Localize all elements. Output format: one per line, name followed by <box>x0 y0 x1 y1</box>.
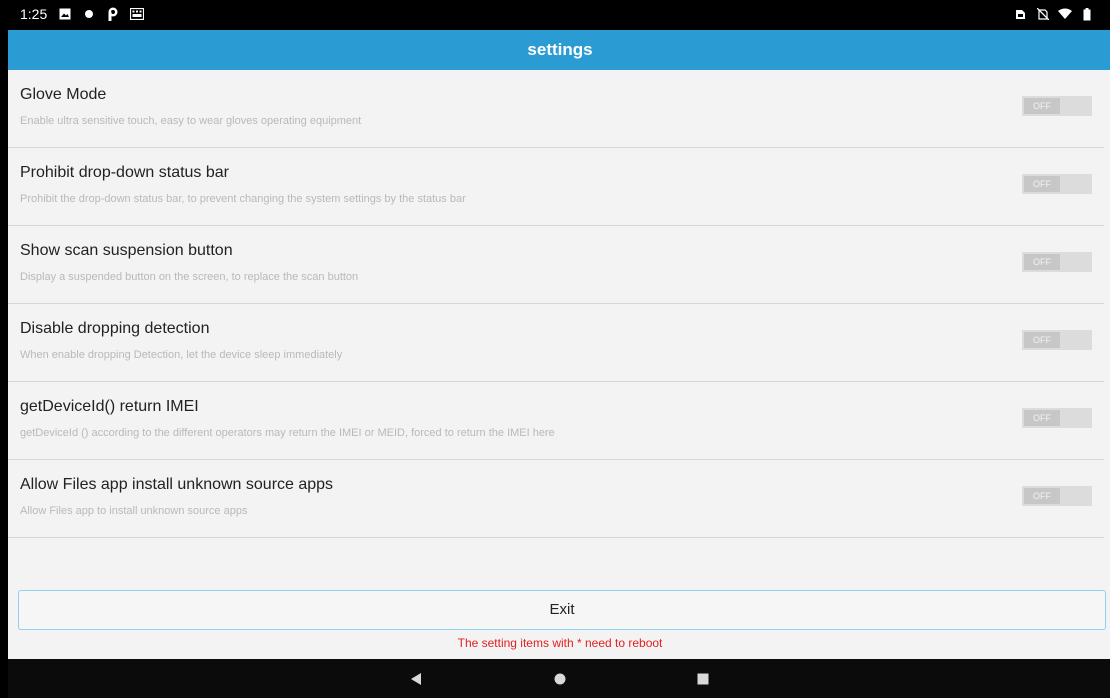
app-bar: settings <box>8 30 1110 70</box>
setting-title: getDeviceId() return IMEI <box>20 398 199 415</box>
setting-description: Prohibit the drop-down status bar, to pr… <box>20 193 466 205</box>
settings-list: Glove Mode Enable ultra sensitive touch,… <box>8 70 1110 538</box>
image-icon <box>58 7 72 21</box>
dot-icon <box>82 7 96 21</box>
p-icon <box>106 7 120 21</box>
device-id-imei-toggle[interactable]: OFF <box>1022 408 1092 428</box>
toggle-state-label: OFF <box>1024 98 1060 114</box>
scan-suspension-toggle[interactable]: OFF <box>1022 252 1092 272</box>
settings-screen: 1:25 settings Glove Mode Enable ultra se… <box>8 0 1110 698</box>
setting-title: Show scan suspension button <box>20 242 233 259</box>
setting-glove-mode[interactable]: Glove Mode Enable ultra sensitive touch,… <box>8 70 1104 148</box>
setting-description: Allow Files app to install unknown sourc… <box>20 505 248 517</box>
toggle-state-label: OFF <box>1024 332 1060 348</box>
toggle-state-label: OFF <box>1024 176 1060 192</box>
setting-device-id-imei[interactable]: getDeviceId() return IMEI getDeviceId ()… <box>8 382 1104 460</box>
navigation-bar <box>8 659 1110 698</box>
toggle-state-label: OFF <box>1024 410 1060 426</box>
prohibit-status-bar-toggle[interactable]: OFF <box>1022 174 1092 194</box>
exit-button[interactable]: Exit <box>18 590 1106 630</box>
glove-mode-toggle[interactable]: OFF <box>1022 96 1092 116</box>
setting-title: Prohibit drop-down status bar <box>20 164 229 181</box>
sim-icon <box>1014 7 1028 21</box>
setting-description: Enable ultra sensitive touch, easy to we… <box>20 115 362 127</box>
toggle-state-label: OFF <box>1024 254 1060 270</box>
back-icon[interactable] <box>401 659 431 698</box>
recents-icon[interactable] <box>688 659 718 698</box>
setting-prohibit-status-bar[interactable]: Prohibit drop-down status bar Prohibit t… <box>8 148 1104 226</box>
setting-description: Display a suspended button on the screen… <box>20 271 359 283</box>
setting-dropping-detection[interactable]: Disable dropping detection When enable d… <box>8 304 1104 382</box>
setting-title: Glove Mode <box>20 86 107 103</box>
files-unknown-sources-toggle[interactable]: OFF <box>1022 486 1092 506</box>
keyboard-icon <box>130 7 144 21</box>
status-time: 1:25 <box>20 6 48 22</box>
status-system-icons <box>1014 7 1094 21</box>
battery-icon <box>1080 7 1094 21</box>
wifi-icon <box>1058 7 1072 21</box>
setting-scan-suspension-button[interactable]: Show scan suspension button Display a su… <box>8 226 1104 304</box>
setting-title: Disable dropping detection <box>20 320 210 337</box>
page-title: settings <box>527 40 593 59</box>
dropping-detection-toggle[interactable]: OFF <box>1022 330 1092 350</box>
setting-title: Allow Files app install unknown source a… <box>20 476 334 493</box>
setting-description: getDeviceId () according to the differen… <box>20 427 555 439</box>
home-icon[interactable] <box>545 659 575 698</box>
status-notification-icons <box>58 7 144 21</box>
reboot-note: The setting items with * need to reboot <box>457 636 663 650</box>
no-sim-icon <box>1036 7 1050 21</box>
toggle-state-label: OFF <box>1024 488 1060 504</box>
status-bar: 1:25 <box>8 0 1110 30</box>
setting-files-unknown-sources[interactable]: Allow Files app install unknown source a… <box>8 460 1104 538</box>
setting-description: When enable dropping Detection, let the … <box>20 349 343 361</box>
